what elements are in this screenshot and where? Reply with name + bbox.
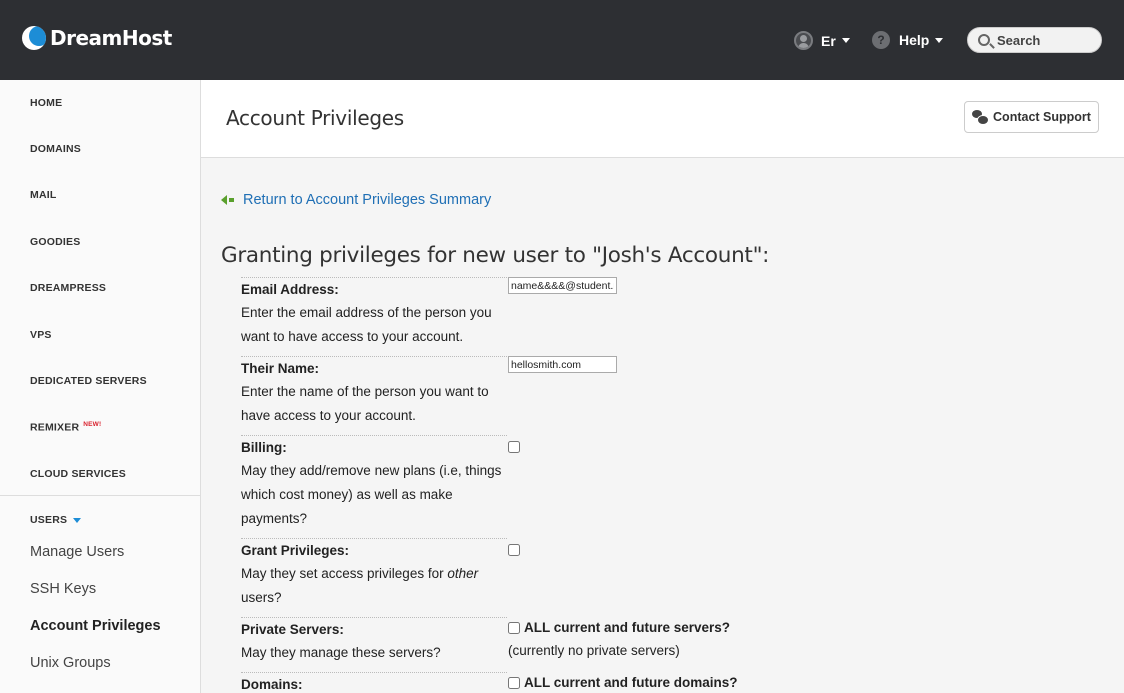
sidebar-item-label: GOODIES [30, 236, 81, 248]
sidebar-item-dreampress[interactable]: DREAMPRESS [30, 282, 106, 294]
search-icon [978, 34, 990, 46]
all-domains-checkbox[interactable] [508, 677, 520, 689]
grant-desc-text: May they set access privileges for [241, 566, 448, 581]
sidebar-item-home[interactable]: HOME [30, 97, 62, 109]
row-divider [241, 538, 507, 539]
moon-logo-icon [22, 26, 46, 50]
chevron-down-icon [73, 517, 82, 523]
sidebar-subitem-unix-groups[interactable]: Unix Groups [30, 655, 111, 671]
top-bar: DreamHost Er ? Help [0, 0, 1124, 80]
search-input[interactable] [997, 32, 1092, 48]
private-servers-label: Private Servers: [241, 622, 344, 637]
sidebar-item-remixer[interactable]: REMIXER NEW! [30, 421, 101, 434]
sidebar-item-users[interactable]: USERS [30, 514, 82, 526]
sidebar-item-label: MAIL [30, 189, 57, 201]
row-divider [241, 277, 507, 278]
grant-heading: Granting privileges for new user to "Jos… [221, 243, 770, 268]
sidebar-item-dedicated-servers[interactable]: DEDICATED SERVERS [30, 375, 147, 387]
sidebar-item-label: USERS [30, 514, 68, 526]
sidebar-item-mail[interactable]: MAIL [30, 189, 56, 201]
sidebar-item-cloud-services[interactable]: CLOUD SERVICES [30, 468, 126, 480]
sidebar-subitem-manage-users[interactable]: Manage Users [30, 544, 124, 560]
sidebar-subitem-ssh-keys[interactable]: SSH Keys [30, 581, 96, 597]
chevron-down-icon [935, 37, 944, 43]
no-private-servers-note: (currently no private servers) [508, 643, 680, 658]
grant-desc-emphasis: other [447, 566, 479, 581]
back-arrow-icon [221, 195, 227, 205]
sidebar-item-label: DREAMPRESS [30, 282, 107, 294]
contact-support-button[interactable]: Contact Support [964, 101, 1099, 133]
sidebar-item-label: HOME [30, 97, 63, 109]
return-link-label: Return to Account Privileges Summary [243, 192, 492, 208]
grant-privileges-label: Grant Privileges: [241, 543, 350, 558]
sidebar-item-label: REMIXER [30, 421, 80, 434]
back-arrow-tail [229, 198, 234, 202]
sidebar-subitem-account-privileges[interactable]: Account Privileges [30, 618, 161, 634]
new-badge: NEW! [83, 421, 102, 428]
chat-bubbles-icon [972, 110, 990, 125]
email-label: Email Address: [241, 282, 339, 297]
billing-label: Billing: [241, 440, 287, 455]
grant-privileges-description: May they set access privileges for other… [241, 562, 503, 610]
billing-checkbox[interactable] [508, 441, 520, 453]
row-divider [241, 672, 507, 673]
sidebar-item-label: DEDICATED SERVERS [30, 375, 147, 387]
row-divider [241, 435, 507, 436]
return-to-summary-link[interactable]: Return to Account Privileges Summary [221, 192, 491, 208]
page-title: Account Privileges [226, 106, 404, 130]
name-description: Enter the name of the person you want to… [241, 384, 489, 423]
page-header: Account Privileges Contact Support [201, 80, 1124, 158]
help-menu-label: Help [899, 32, 930, 48]
grant-desc-text: users? [241, 590, 282, 605]
sidebar-divider [0, 495, 200, 496]
name-field[interactable] [508, 356, 617, 373]
help-icon: ? [872, 31, 890, 49]
sidebar-item-label: VPS [30, 329, 52, 341]
name-label: Their Name: [241, 361, 320, 376]
sidebar-item-label: CLOUD SERVICES [30, 468, 126, 480]
chevron-down-icon [841, 38, 850, 43]
sidebar: HOME DOMAINS MAIL GOODIES DREAMPRESS VPS… [0, 80, 201, 693]
brand-name: DreamHost [50, 26, 172, 50]
all-domains-label: ALL current and future domains? [524, 675, 738, 690]
row-divider [241, 617, 507, 618]
sidebar-item-vps[interactable]: VPS [30, 329, 52, 341]
all-servers-checkbox[interactable] [508, 622, 520, 634]
billing-description: May they add/remove new plans (i.e, thin… [241, 463, 502, 526]
dreamhost-logo[interactable]: DreamHost [22, 26, 172, 50]
user-menu-label: Er [821, 32, 836, 49]
help-menu[interactable]: ? Help [872, 31, 944, 49]
search-box[interactable] [967, 27, 1102, 53]
sidebar-item-goodies[interactable]: GOODIES [30, 236, 80, 248]
email-description: Enter the email address of the person yo… [241, 305, 492, 344]
contact-support-label: Contact Support [993, 110, 1091, 124]
private-servers-description: May they manage these servers? [241, 645, 441, 660]
sidebar-item-domains[interactable]: DOMAINS [30, 143, 81, 155]
user-menu[interactable]: Er [794, 31, 850, 50]
row-divider [241, 356, 507, 357]
avatar-icon [794, 31, 813, 50]
email-field[interactable] [508, 277, 617, 294]
domains-label: Domains: [241, 677, 303, 692]
grant-privileges-checkbox[interactable] [508, 544, 520, 556]
all-servers-label: ALL current and future servers? [524, 620, 731, 635]
sidebar-item-label: DOMAINS [30, 143, 81, 155]
